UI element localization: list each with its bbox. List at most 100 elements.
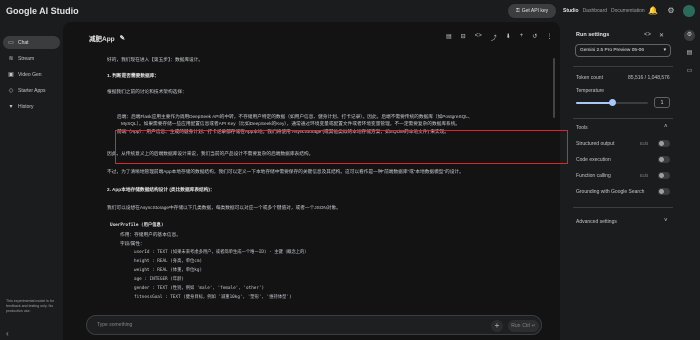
top-bar: Google AI Studio ⚿ Get API key Studio Da…: [0, 0, 700, 22]
chat-title-text: 减肥App: [89, 36, 115, 43]
edit-structured-output[interactable]: Edit: [640, 141, 648, 146]
list-item: gender : TEXT (性别，例如 'male', 'female', '…: [134, 286, 265, 291]
token-icon[interactable]: ▤: [446, 33, 452, 42]
chat-panel: 减肥App ✎ ▤ ⊟ <> ⤴ ⬇ + ↺ ⋮ 好的，我们现在进入【第五步】：…: [63, 22, 568, 340]
app-title: Google AI Studio: [6, 6, 79, 16]
chevron-down-icon: ▾: [9, 103, 13, 110]
response-line: 后端：后端Flask应用主要作为调用DeepSeek API的中转，不存储用户特…: [117, 114, 473, 119]
top-nav: Studio Dashboard Documentation ↗: [563, 8, 653, 14]
tool-structured-output: Structured output: [576, 141, 615, 147]
nav-documentation[interactable]: Documentation: [611, 8, 645, 14]
get-api-key-button[interactable]: ⚿ Get API key: [508, 4, 556, 18]
list-item: weight : REAL (体重，单位kg): [134, 268, 203, 273]
sidebar-item-label: History: [18, 103, 34, 110]
compare-icon[interactable]: ⊟: [461, 33, 466, 42]
run-button[interactable]: Run Ctrl ↵: [508, 320, 539, 332]
run-settings-title: Run settings: [576, 32, 610, 38]
tool-code-execution: Code execution: [576, 157, 611, 163]
list-item: UserProfile (用户信息): [110, 223, 164, 228]
structured-output-toggle[interactable]: [658, 140, 670, 147]
code-icon[interactable]: <>: [475, 33, 482, 42]
edit-title-icon[interactable]: ✎: [120, 34, 125, 42]
model-select[interactable]: Gemini 2.5 Pro Preview 05-06 ▾: [575, 44, 671, 57]
response-heading: 1. 判断是否需要数据库：: [107, 73, 160, 78]
close-icon[interactable]: ✕: [659, 32, 664, 39]
temperature-label: Temperature: [576, 88, 605, 94]
chat-title: 减肥App ✎: [89, 33, 125, 43]
video-icon: ▣: [8, 71, 14, 78]
stream-icon: ≋: [8, 55, 14, 62]
list-item: userId : TEXT (如果未来考虑多用户，或者简单生成一个唯一ID) -…: [134, 250, 309, 255]
add-icon[interactable]: +: [520, 33, 524, 42]
nav-dashboard[interactable]: Dashboard: [583, 8, 607, 14]
chat-bubble-icon[interactable]: ▭: [684, 66, 695, 77]
grounding-toggle[interactable]: [658, 188, 670, 195]
tune-icon[interactable]: ⚙: [684, 30, 695, 41]
sidebar-item-history[interactable]: ▾ History: [3, 100, 60, 113]
response-line: MySQL）。如果需要存储一些应用配置信息或者API Key（比如DeepSee…: [121, 121, 461, 126]
more-icon[interactable]: ⋮: [546, 33, 552, 42]
function-calling-toggle[interactable]: [658, 172, 670, 179]
prompt-input[interactable]: Type something: [97, 322, 132, 328]
tool-grounding: Grounding with Google Search: [576, 189, 645, 195]
divider: [573, 66, 673, 67]
tools-section-label[interactable]: Tools: [576, 125, 588, 131]
add-media-icon[interactable]: +: [491, 320, 503, 332]
collapse-sidebar-icon[interactable]: ‹: [6, 329, 16, 339]
sidebar-item-starter-apps[interactable]: ◇ Starter Apps: [3, 84, 60, 97]
response-line: 好的，我们现在进入【第五步】：数据库设计。: [107, 57, 204, 62]
response-line: 不过，为了清晰地管理前端App本地存储的数据结构，我们可以定义一下本地存储中需要…: [107, 169, 464, 174]
sidebar-item-stream[interactable]: ≋ Stream: [3, 52, 60, 65]
key-icon: ⚿: [515, 8, 520, 14]
bell-icon[interactable]: 🔔: [648, 6, 658, 16]
chat-icon: ▭: [8, 39, 14, 46]
document-icon[interactable]: ▤: [684, 48, 695, 59]
sidebar-item-label: Video Gen: [18, 71, 42, 78]
token-count-value: 85,516 / 1,048,576: [628, 75, 670, 81]
code-execution-toggle[interactable]: [658, 156, 670, 163]
list-item: 作用：存储用户的基本信息。: [120, 232, 181, 237]
sidebar-item-label: Starter Apps: [18, 87, 46, 94]
sidebar-item-chat[interactable]: ▭ Chat: [3, 36, 60, 49]
advanced-settings-label[interactable]: Advanced settings: [576, 219, 617, 225]
highlight-annotation: [115, 130, 568, 164]
sidebar-item-video-gen[interactable]: ▣ Video Gen: [3, 68, 60, 81]
run-shortcut: Ctrl ↵: [522, 323, 536, 329]
list-item: fitnessGoal : TEXT (健身目标，例如 '减重10kg', '塑…: [134, 295, 292, 300]
run-label: Run: [511, 323, 521, 329]
sidebar-item-label: Stream: [18, 55, 35, 62]
divider: [573, 118, 673, 119]
code-icon[interactable]: <>: [644, 32, 651, 39]
token-count-label: Token count: [576, 75, 603, 81]
chevron-down-icon: ▾: [663, 48, 666, 53]
avatar[interactable]: [683, 5, 695, 17]
model-response: 好的，我们现在进入【第五步】：数据库设计。 1. 判断是否需要数据库： 根据我们…: [107, 56, 547, 306]
response-line: 我们可以设想在AsyncStorage中存储以下几类数据，每类数据可以对应一个或…: [107, 205, 341, 210]
prompt-composer[interactable]: Type something + Run Ctrl ↵: [86, 315, 542, 335]
list-item: age : INTEGER (年龄): [134, 277, 184, 282]
list-item: height : REAL (身高，单位cm): [134, 259, 203, 264]
save-icon[interactable]: ⬇: [506, 33, 511, 42]
run-settings-actions: <> ✕: [644, 32, 664, 39]
sidebar-footer-note: This experimental model is for feedback …: [6, 299, 54, 313]
settings-icon[interactable]: ⚙: [666, 6, 676, 16]
temperature-slider-fill: [576, 102, 612, 104]
run-settings-panel: Run settings <> ✕ Gemini 2.5 Pro Preview…: [560, 22, 678, 340]
chevron-up-icon[interactable]: ˄: [664, 124, 668, 130]
get-api-key-label: Get API key: [521, 8, 549, 14]
nav-studio[interactable]: Studio: [563, 8, 579, 14]
apps-icon: ◇: [8, 87, 14, 94]
temperature-slider[interactable]: [576, 99, 648, 106]
scrollbar[interactable]: [553, 58, 555, 118]
temperature-input[interactable]: 1: [654, 97, 670, 108]
response-heading: 2. App本地存储数据结构设计 (类比数据库表结构)：: [107, 187, 215, 192]
edit-function-calling[interactable]: Edit: [640, 173, 648, 178]
left-sidebar: ▭ Chat ≋ Stream ▣ Video Gen ◇ Starter Ap…: [0, 22, 63, 340]
sidebar-item-label: Chat: [18, 39, 29, 46]
tool-function-calling: Function calling: [576, 173, 611, 179]
share-icon[interactable]: ⤴: [491, 33, 497, 42]
reset-icon[interactable]: ↺: [532, 33, 537, 42]
chat-toolbar: ▤ ⊟ <> ⤴ ⬇ + ↺ ⋮: [446, 33, 552, 42]
temperature-slider-handle[interactable]: [608, 99, 616, 106]
chevron-down-icon[interactable]: ˅: [664, 218, 668, 224]
